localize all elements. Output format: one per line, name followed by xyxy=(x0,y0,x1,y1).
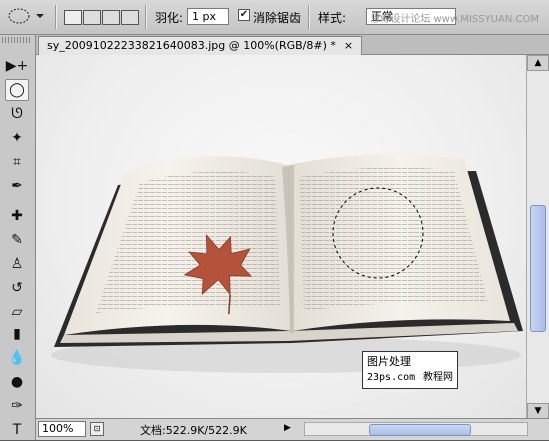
eyedropper-tool-icon: ✒ xyxy=(11,178,23,194)
status-bar: 100% ⊡ 文档:522.9K/522.9K ▶ xyxy=(36,418,549,440)
eyedropper-tool[interactable]: ✒ xyxy=(5,175,29,197)
magic-wand-tool-icon: ✦ xyxy=(11,130,23,146)
dodge-tool[interactable]: ● xyxy=(5,371,29,393)
magic-wand-tool[interactable]: ✦ xyxy=(5,127,29,149)
watermark-text: 思缘设计论坛 www.MISSYUAN.COM xyxy=(370,14,539,25)
scroll-up-icon[interactable]: ▲ xyxy=(527,55,549,71)
pen-tool-icon: ✑ xyxy=(11,398,23,414)
eraser-tool[interactable]: ▱ xyxy=(5,301,29,323)
status-expand-icon[interactable]: ▶ xyxy=(284,423,291,433)
image-canvas[interactable]: 图片处理 23ps.com 教程网 xyxy=(36,55,527,419)
document-info: 文档:522.9K/522.9K xyxy=(140,424,247,437)
history-brush-tool[interactable]: ↺ xyxy=(5,277,29,299)
gradient-tool-icon: ▮ xyxy=(13,326,21,342)
antialias-label: 消除锯齿 xyxy=(253,11,302,25)
zoom-input[interactable]: 100% xyxy=(38,421,86,437)
scroll-down-icon[interactable]: ▼ xyxy=(527,403,549,419)
options-bar: 羽化: 1 px ✔ 消除锯齿 样式: 正常 思缘设计论坛 www.MISSYU… xyxy=(0,0,549,35)
crop-tool[interactable]: ⌗ xyxy=(5,151,29,173)
horizontal-scrollbar[interactable] xyxy=(304,422,528,436)
move-tool-icon: ▶+ xyxy=(5,58,29,74)
document-tabbar: sy_20091022233821640083.jpg @ 100%(RGB/8… xyxy=(36,35,549,55)
document-tab[interactable]: sy_20091022233821640083.jpg @ 100%(RGB/8… xyxy=(38,36,363,55)
antialias-checkbox[interactable]: ✔ xyxy=(238,9,250,21)
subtract-from-selection-icon[interactable] xyxy=(102,10,120,25)
pen-tool[interactable]: ✑ xyxy=(5,395,29,417)
stamp-suffix: 教程网 xyxy=(423,372,453,383)
lasso-tool-icon: ᘎ xyxy=(11,106,23,122)
horizontal-scroll-thumb[interactable] xyxy=(369,424,471,436)
feather-input[interactable]: 1 px xyxy=(187,8,229,25)
clone-stamp-tool-icon: ♙ xyxy=(10,256,24,272)
eraser-tool-icon: ▱ xyxy=(11,304,23,320)
stamp-watermark: 图片处理 23ps.com 教程网 xyxy=(362,351,458,389)
healing-brush-tool-icon: ✚ xyxy=(11,208,23,224)
type-tool-icon: T xyxy=(12,422,22,438)
toolbox: ▶+ ◯ ᘎ ✦ ⌗ ✒ ✚ ✎ ♙ ↺ ▱ ▮ 💧 ● ✑ T xyxy=(0,35,36,440)
ellipse-marquee-icon xyxy=(8,8,44,24)
tool-preset-picker[interactable] xyxy=(6,6,46,26)
stamp-line1: 图片处理 xyxy=(367,355,411,368)
vertical-scroll-thumb[interactable] xyxy=(530,205,546,332)
vertical-scrollbar[interactable]: ▲ ▼ xyxy=(526,55,549,419)
history-brush-tool-icon: ↺ xyxy=(11,280,23,296)
blur-tool-icon: 💧 xyxy=(8,350,26,366)
healing-brush-tool[interactable]: ✚ xyxy=(5,205,29,227)
blur-tool[interactable]: 💧 xyxy=(5,347,29,369)
brush-tool-icon: ✎ xyxy=(11,232,23,248)
stamp-site: 23ps.com xyxy=(367,372,416,383)
document-window: sy_20091022233821640083.jpg @ 100%(RGB/8… xyxy=(36,35,549,440)
brush-tool[interactable]: ✎ xyxy=(5,229,29,251)
move-tool[interactable]: ▶+ xyxy=(5,55,29,77)
dodge-tool-icon: ● xyxy=(10,374,24,390)
gradient-tool[interactable]: ▮ xyxy=(5,323,29,345)
clone-stamp-tool[interactable]: ♙ xyxy=(5,253,29,275)
style-label: 样式: xyxy=(318,11,347,25)
lasso-tool[interactable]: ᘎ xyxy=(5,103,29,125)
elliptical-marquee-tool[interactable]: ◯ xyxy=(5,79,29,101)
toolbox-grip[interactable] xyxy=(2,37,32,43)
intersect-selection-icon[interactable] xyxy=(121,10,139,25)
feather-label: 羽化: xyxy=(155,11,184,25)
status-menu-icon[interactable]: ⊡ xyxy=(90,422,104,436)
crop-tool-icon: ⌗ xyxy=(13,154,21,170)
type-tool[interactable]: T xyxy=(5,419,29,441)
close-icon[interactable]: × xyxy=(344,39,353,52)
elliptical-marquee-tool-icon: ◯ xyxy=(9,82,25,98)
new-selection-icon[interactable] xyxy=(64,10,82,25)
document-tab-title: sy_20091022233821640083.jpg @ 100%(RGB/8… xyxy=(47,39,336,52)
add-to-selection-icon[interactable] xyxy=(83,10,101,25)
